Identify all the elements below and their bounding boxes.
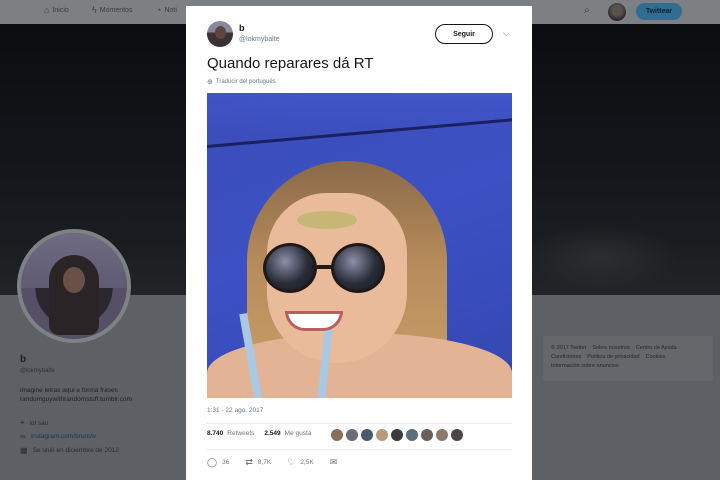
retweets-label[interactable]: Retweets: [227, 430, 254, 437]
likers-avatars: [331, 429, 463, 441]
liker-avatar[interactable]: [406, 429, 418, 441]
footer-link[interactable]: Centro de Ayuda: [636, 345, 677, 351]
follow-button[interactable]: Seguir: [435, 24, 493, 44]
liker-avatar[interactable]: [421, 429, 433, 441]
likes-count[interactable]: 2.549: [264, 430, 280, 437]
translate-link[interactable]: ⊕ Traducir del portugués: [207, 78, 276, 86]
tweet-photo[interactable]: [207, 93, 512, 398]
divider: [207, 449, 512, 450]
footer-link[interactable]: Política de privacidad: [587, 354, 639, 360]
liker-avatar[interactable]: [436, 429, 448, 441]
location-pin-icon: ⌖: [20, 418, 25, 427]
profile-joined: ▦ Se unió en diciembre de 2012: [20, 446, 119, 455]
reply-count: 36: [222, 459, 230, 466]
search-icon[interactable]: ⌕: [584, 5, 590, 16]
tweet-stats: 8.740 Retweets 2.549 Me gusta: [207, 430, 311, 437]
liker-avatar[interactable]: [391, 429, 403, 441]
message-button[interactable]: ✉: [330, 457, 338, 468]
footer-link[interactable]: © 2017 Twitter: [551, 345, 586, 351]
retweet-icon: ⇄: [245, 457, 253, 467]
profile-link[interactable]: ∞ instagram.com/brunslv: [20, 432, 96, 441]
nav-item-label: Inicio: [52, 7, 69, 14]
nav-avatar[interactable]: [608, 3, 626, 21]
like-count: 2,5K: [300, 459, 314, 466]
tweet-modal: b @lokmybalte Seguir ⌵ Quando reparares …: [186, 6, 532, 480]
retweet-button[interactable]: ⇄ 8,7K: [245, 457, 271, 468]
nav-item-label: Noti: [164, 7, 177, 14]
like-button[interactable]: ♡ 2,5K: [287, 457, 313, 468]
footer-links: © 2017 Twitter Sobre nosotros Centro de Ay…: [551, 344, 711, 371]
liker-avatar[interactable]: [376, 429, 388, 441]
liker-avatar[interactable]: [331, 429, 343, 441]
likes-label[interactable]: Me gusta: [285, 430, 312, 437]
nav-item-home[interactable]: ⌂ Inicio: [44, 6, 69, 15]
profile-name[interactable]: b: [20, 354, 26, 365]
footer-link[interactable]: Cookies: [646, 354, 666, 360]
nav-item-label: Momentos: [99, 7, 133, 14]
reply-button[interactable]: ◯ 36: [207, 457, 229, 468]
globe-icon: ⊕: [207, 79, 213, 86]
heart-icon: ♡: [287, 457, 296, 467]
liker-avatar[interactable]: [346, 429, 358, 441]
tweet-author-handle[interactable]: @lokmybalte: [239, 36, 280, 43]
profile-bio: imagine letras aqui e forma frases rando…: [20, 387, 132, 403]
home-icon: ⌂: [44, 5, 50, 15]
tweet-author-name[interactable]: b: [239, 23, 245, 33]
tweet-timestamp[interactable]: 1:31 - 22 ago. 2017: [207, 407, 263, 414]
retweet-count: 8,7K: [257, 459, 272, 466]
lightning-icon: ϟ: [92, 5, 97, 15]
profile-handle: @lokmybalte: [20, 368, 55, 374]
footer-link[interactable]: Sobre nosotros: [592, 345, 629, 351]
tweet-author-avatar[interactable]: [207, 21, 233, 47]
nav-item-moments[interactable]: ϟ Momentos: [92, 6, 132, 15]
profile-avatar[interactable]: [17, 229, 131, 343]
calendar-icon: ▦: [20, 446, 28, 455]
nav-item-notifications[interactable]: ◔ Noti: [156, 6, 177, 15]
chevron-down-icon[interactable]: ⌵: [503, 28, 510, 39]
bell-icon: ◔: [156, 5, 162, 15]
tweet-text: Quando reparares dá RT: [207, 55, 374, 72]
footer-link[interactable]: Condiciones: [551, 354, 581, 360]
retweets-count[interactable]: 8.740: [207, 430, 223, 437]
reply-icon: ◯: [207, 457, 218, 467]
link-icon: ∞: [20, 432, 26, 441]
divider: [207, 423, 512, 424]
tweet-compose-button[interactable]: Twittear: [636, 3, 682, 20]
liker-avatar[interactable]: [361, 429, 373, 441]
footer-link[interactable]: Información sobre anuncios: [551, 363, 619, 369]
envelope-icon: ✉: [329, 457, 338, 467]
profile-location: ⌖ lol sau: [20, 418, 49, 427]
liker-avatar[interactable]: [451, 429, 463, 441]
tweet-actions: ◯ 36 ⇄ 8,7K ♡ 2,5K ✉: [207, 457, 353, 468]
